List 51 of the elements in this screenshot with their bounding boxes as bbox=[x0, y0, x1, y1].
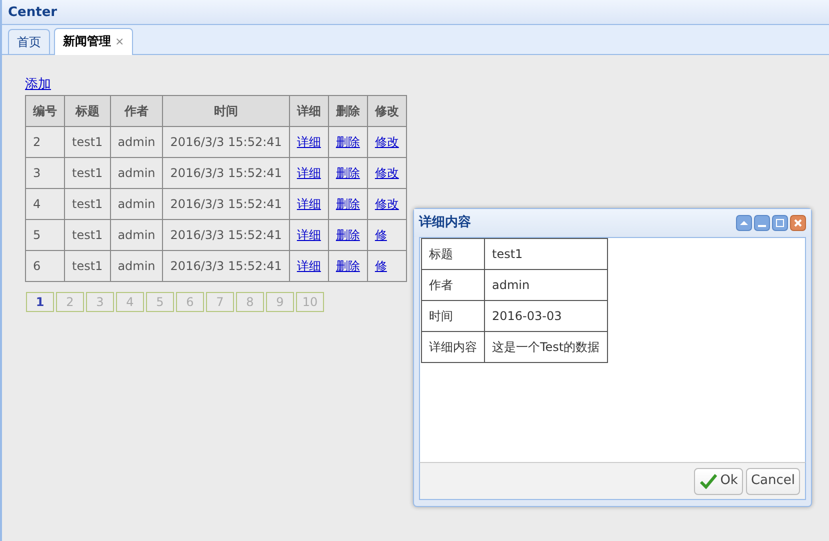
column-header: 详细 bbox=[289, 95, 328, 126]
tab[interactable]: 新闻管理 × bbox=[54, 28, 134, 55]
collapse-icon[interactable] bbox=[736, 215, 752, 231]
table-cell: admin bbox=[110, 188, 163, 219]
table-cell: 3 bbox=[26, 157, 64, 188]
close-icon[interactable] bbox=[790, 215, 806, 231]
table-cell: test1 bbox=[64, 250, 110, 281]
column-header: 时间 bbox=[162, 95, 290, 126]
cancel-button[interactable]: Cancel bbox=[746, 468, 800, 494]
table-cell: 2 bbox=[26, 126, 64, 157]
field-label: 时间 bbox=[422, 300, 484, 332]
table-cell: 4 bbox=[26, 188, 64, 219]
maximize-icon[interactable] bbox=[772, 215, 788, 231]
table-cell: 2016/3/3 15:52:41 bbox=[162, 219, 290, 250]
minimize-icon[interactable] bbox=[754, 215, 770, 231]
add-link[interactable]: 添加 bbox=[25, 77, 51, 92]
table-cell: test1 bbox=[64, 219, 110, 250]
edit-link[interactable]: 修 bbox=[374, 258, 387, 272]
field-value: 2016-03-03 bbox=[484, 300, 608, 332]
column-header: 修改 bbox=[367, 95, 406, 126]
table-cell: test1 bbox=[64, 126, 110, 157]
table-cell: 5 bbox=[26, 219, 64, 250]
dialog-title: 详细内容 bbox=[419, 214, 472, 232]
table-cell: admin bbox=[110, 157, 163, 188]
column-header: 作者 bbox=[110, 95, 163, 126]
table-cell: 2016/3/3 15:52:41 bbox=[162, 188, 290, 219]
tab[interactable]: 首页 bbox=[8, 29, 50, 54]
field-label: 标题 bbox=[422, 238, 484, 270]
table-cell: 2016/3/3 15:52:41 bbox=[162, 126, 290, 157]
column-header: 编号 bbox=[26, 95, 64, 126]
ok-button[interactable]: Ok bbox=[694, 468, 743, 494]
table-cell: 2016/3/3 15:52:41 bbox=[162, 157, 290, 188]
column-header: 标题 bbox=[64, 95, 110, 126]
page-button[interactable]: 1 bbox=[26, 292, 54, 312]
close-tab-icon[interactable]: × bbox=[115, 35, 124, 48]
table-cell: 6 bbox=[26, 250, 64, 281]
field-label: 详细内容 bbox=[422, 332, 484, 362]
table-cell: admin bbox=[110, 219, 163, 250]
field-value: 这是一个Test的数据 bbox=[484, 332, 608, 362]
table-cell: admin bbox=[110, 250, 163, 281]
table-cell: admin bbox=[110, 126, 163, 157]
field-value: test1 bbox=[484, 238, 608, 270]
column-header: 删除 bbox=[328, 95, 368, 126]
table-cell: 2016/3/3 15:52:41 bbox=[162, 250, 290, 281]
field-label: 作者 bbox=[422, 270, 484, 300]
table-cell: test1 bbox=[64, 157, 110, 188]
edit-link[interactable]: 修 bbox=[374, 228, 387, 242]
table-cell: test1 bbox=[64, 188, 110, 219]
field-value: admin bbox=[484, 270, 608, 300]
window-title: Center bbox=[2, 0, 829, 25]
checkmark-icon bbox=[699, 473, 718, 489]
